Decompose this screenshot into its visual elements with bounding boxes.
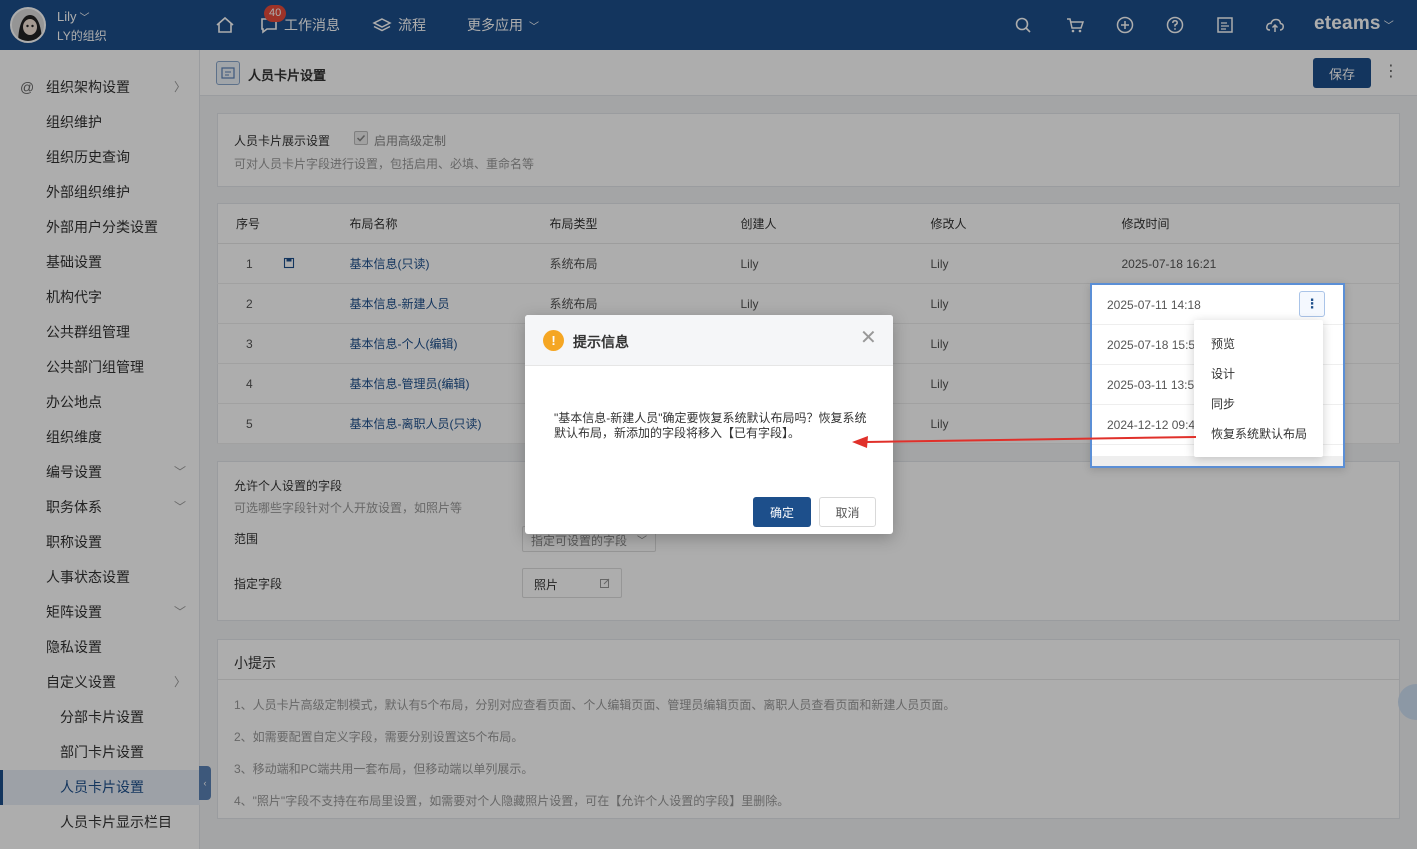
highlight-panel-footer xyxy=(1092,456,1343,466)
annotation-arrow-icon xyxy=(852,436,1197,448)
row-more-button[interactable]: ⋮ xyxy=(1299,291,1325,317)
menu-item-sync[interactable]: 同步 xyxy=(1194,389,1323,419)
highlight-row-time: 2025-07-11 14:18 xyxy=(1107,298,1201,312)
menu-item-preview[interactable]: 预览 xyxy=(1194,329,1323,359)
warning-icon: ! xyxy=(543,330,564,351)
dialog-title: 提示信息 xyxy=(573,334,629,350)
row-context-menu: 预览 设计 同步 恢复系统默认布局 xyxy=(1194,320,1323,457)
cancel-button[interactable]: 取消 xyxy=(819,497,876,527)
menu-item-restore-default[interactable]: 恢复系统默认布局 xyxy=(1194,419,1323,449)
dialog-message: "基本信息-新建人员"确定要恢复系统默认布局吗？恢复系统默认布局，新添加的字段将… xyxy=(554,411,867,440)
highlight-row-time: 2025-07-18 15:5 xyxy=(1107,338,1196,352)
more-vertical-icon: ⋮ xyxy=(1305,296,1319,311)
highlight-row-time: 2025-03-11 13:5 xyxy=(1107,378,1195,392)
dialog-header: ! 提示信息 ✕ xyxy=(525,315,893,366)
confirm-dialog: ! 提示信息 ✕ "基本信息-新建人员"确定要恢复系统默认布局吗？恢复系统默认布… xyxy=(525,315,893,534)
close-icon[interactable]: ✕ xyxy=(860,328,877,348)
confirm-button[interactable]: 确定 xyxy=(753,497,811,527)
menu-item-design[interactable]: 设计 xyxy=(1194,359,1323,389)
